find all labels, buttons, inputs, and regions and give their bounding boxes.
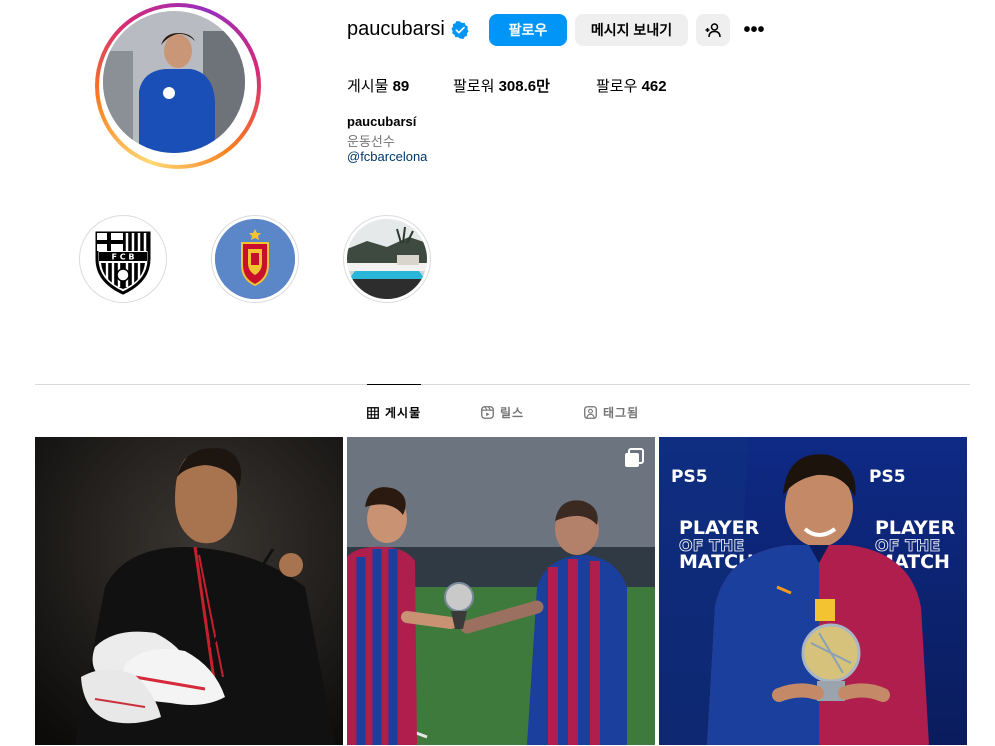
reels-icon bbox=[481, 406, 494, 419]
followers-count[interactable]: 팔로워 308.6만 bbox=[453, 75, 550, 96]
add-person-icon bbox=[705, 23, 721, 38]
more-options-icon[interactable]: ••• bbox=[741, 16, 767, 44]
svg-text:F C B: F C B bbox=[111, 253, 134, 262]
pool-photo-icon bbox=[347, 219, 427, 299]
highlight-fcb[interactable]: F C B bbox=[79, 215, 167, 303]
following-count[interactable]: 팔로우 462 bbox=[596, 75, 667, 96]
suggest-users-button[interactable] bbox=[696, 14, 730, 46]
tab-reels[interactable]: 릴스 bbox=[481, 404, 524, 421]
post-tile[interactable] bbox=[347, 437, 655, 745]
tabs-divider bbox=[35, 384, 970, 385]
bio-name: paucubarsí bbox=[347, 114, 417, 129]
spain-federation-crest-icon bbox=[215, 219, 295, 299]
profile-avatar[interactable] bbox=[95, 3, 261, 169]
follow-button[interactable]: 팔로우 bbox=[489, 14, 567, 46]
tab-posts[interactable]: 게시물 bbox=[367, 404, 421, 421]
post-tile[interactable] bbox=[35, 437, 343, 745]
svg-text:PS5: PS5 bbox=[671, 467, 708, 487]
fcb-crest-icon: F C B bbox=[95, 231, 151, 295]
tagged-icon bbox=[584, 406, 597, 419]
grid-icon bbox=[367, 406, 379, 419]
post-tile[interactable]: PS5 PS5 PLAYER OF THE MATCH PLAYER OF TH… bbox=[659, 437, 967, 745]
post-photo-trophy-handover bbox=[347, 437, 655, 745]
message-button[interactable]: 메시지 보내기 bbox=[575, 14, 688, 46]
active-tab-indicator bbox=[367, 384, 421, 385]
post-photo-boots bbox=[35, 437, 343, 745]
posts-count: 게시물 89 bbox=[347, 78, 410, 95]
bio-mention-link[interactable]: @fcbarcelona bbox=[347, 149, 427, 164]
avatar-photo bbox=[103, 11, 245, 153]
highlight-spain[interactable] bbox=[211, 215, 299, 303]
tab-tagged[interactable]: 태그됨 bbox=[584, 404, 639, 421]
bio-category: 운동선수 bbox=[347, 134, 395, 149]
post-photo-player-of-the-match: PS5 PS5 PLAYER OF THE MATCH PLAYER OF TH… bbox=[659, 437, 967, 745]
profile-username: paucubarsi bbox=[347, 18, 445, 40]
verified-badge-icon bbox=[451, 21, 469, 39]
highlight-pool[interactable] bbox=[343, 215, 431, 303]
svg-text:PS5: PS5 bbox=[869, 467, 906, 487]
